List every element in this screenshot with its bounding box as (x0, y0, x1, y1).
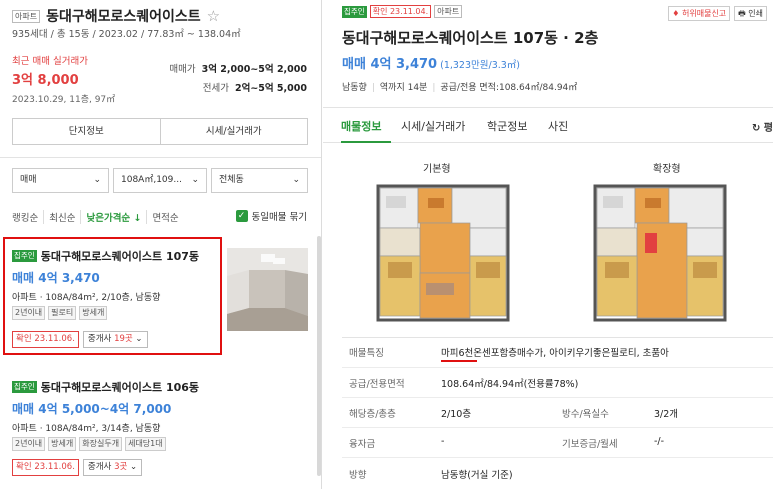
detail-tabs: 매물정보 시세/실거래가 학군정보 사진 ↻ 평 (323, 107, 773, 143)
complex-type-tag: 아파트 (12, 9, 41, 23)
info-key: 기보증금/월세 (562, 439, 618, 450)
confirm-date: 확인 23.11.06. (12, 459, 79, 476)
floorplan-label-basic: 기본형 (423, 164, 451, 175)
agent-dropdown[interactable]: 중개사 3곳 ⌄ (82, 459, 143, 476)
tab-market-price[interactable]: 시세/실거래가 (401, 118, 465, 134)
divider (0, 157, 321, 158)
type-tag: 아파트 (434, 5, 463, 18)
tab-photos[interactable]: 사진 (548, 118, 568, 134)
owner-badge: 집주인 (12, 381, 37, 393)
sort-options: 랭킹순 최신순 낮은가격순 ↓ 면적순 (12, 210, 184, 224)
divider (342, 367, 773, 368)
info-value-direction: 남동향(거실 기준) (441, 470, 513, 481)
area-select[interactable]: 108A㎡,109... ⌄ (113, 168, 207, 193)
red-underline (441, 360, 477, 362)
chevron-down-icon: ⌄ (93, 175, 101, 185)
market-price-button[interactable]: 시세/실거래가 (159, 119, 308, 144)
sort-area[interactable]: 면적순 (146, 210, 183, 224)
divider (342, 337, 773, 338)
info-key: 해당층/총층 (349, 409, 396, 420)
sort-ranking[interactable]: 랭킹순 (12, 210, 43, 224)
jeonse-price-range: 전세가 2억~5억 5,000 (202, 83, 307, 94)
info-key: 매물특징 (349, 348, 384, 359)
same-listing-toggle[interactable]: ✓ 동일매물 묶기 (235, 209, 307, 223)
tab-school[interactable]: 학군정보 (487, 118, 527, 134)
building-select[interactable]: 전체동 ⌄ (211, 168, 308, 193)
info-value-rooms: 3/2개 (654, 409, 679, 420)
listing-header-tags: 집주인 확인 23.11.04. 아파트 (342, 5, 463, 18)
complex-title-row: 아파트 동대구해모로스퀘어이스트 ☆ (12, 6, 220, 26)
floorplan-expanded-image[interactable] (585, 178, 735, 324)
complex-name: 동대구해모로스퀘어이스트 (46, 9, 201, 25)
owner-badge: 집주인 (342, 5, 367, 18)
star-icon[interactable]: ☆ (207, 7, 220, 25)
listing-tags: 2년이내 방세개 화장실두개 세대당1대 (12, 437, 166, 451)
print-button[interactable]: 🖶 인쇄 (734, 6, 767, 21)
left-panel: 아파트 동대구해모로스퀘어이스트 ☆ 935세대 / 총 15동 / 2023.… (0, 0, 322, 489)
listing-photo[interactable] (227, 248, 308, 331)
listing-title: 동대구해모로스퀘어이스트 107동 · 2층 (342, 29, 599, 47)
chevron-down-icon: ⌄ (292, 175, 300, 185)
complex-info-button[interactable]: 단지정보 (13, 119, 160, 144)
divider (342, 457, 773, 458)
listing-price: 매매 4억 3,470 (1,323만원/3.3㎡) (342, 57, 521, 72)
sort-latest[interactable]: 최신순 (43, 210, 80, 224)
divider (342, 397, 773, 398)
recent-deal-label: 최근 매매 실거래가 (12, 56, 88, 67)
header-buttons: ♦ 허위매물신고 🖶 인쇄 (668, 6, 767, 21)
recent-deal-date: 2023.10.29, 11층, 97㎡ (12, 95, 116, 105)
scrollbar[interactable] (317, 236, 321, 476)
chevron-down-icon: ⌄ (191, 175, 199, 185)
divider (342, 427, 773, 428)
active-tab-underline (341, 141, 391, 143)
tab-listing-info[interactable]: 매물정보 (341, 118, 381, 134)
complex-summary: 935세대 / 총 15동 / 2023.02 / 77.83㎡ ~ 138.0… (12, 29, 241, 40)
info-key: 공급/전용면적 (349, 379, 405, 390)
trade-type-select[interactable]: 매매 ⌄ (12, 168, 109, 193)
info-value-area: 108.64㎡/84.94㎡(전용률78%) (441, 379, 579, 390)
floorplan-label-expanded: 확장형 (653, 164, 681, 175)
listing-item[interactable]: 집주인 동대구해모로스퀘어이스트 106동 매매 4억 5,000~4억 7,0… (4, 371, 309, 481)
listing-name: 동대구해모로스퀘어이스트 106동 (40, 381, 200, 394)
info-key: 방수/욕실수 (562, 409, 609, 420)
listing-meta: 남동향역까지 14분공급/전용 면적:108.64㎡/84.94㎡ (342, 80, 577, 93)
listing-desc: 아파트 · 108A/84m², 3/14층, 남동향 (12, 424, 161, 434)
checkbox-checked-icon[interactable]: ✓ (235, 210, 248, 222)
complex-tab-buttons: 단지정보 시세/실거래가 (12, 118, 308, 145)
selected-listing-highlight (3, 237, 222, 355)
info-key: 방향 (349, 470, 367, 481)
sale-price-range: 매매가 3억 2,000~5억 2,000 (169, 64, 307, 75)
info-value-loan: - (441, 436, 445, 447)
floorplan-basic-image[interactable] (368, 178, 518, 324)
report-button[interactable]: ♦ 허위매물신고 (668, 6, 731, 21)
info-value-floor: 2/10층 (441, 409, 472, 420)
listing-price: 매매 4억 5,000~4억 7,000 (12, 402, 172, 416)
area-unit-toggle[interactable]: ↻ 평 (752, 119, 773, 134)
info-value-deposit: -/- (654, 436, 665, 447)
info-value-features: 마피6천온센포함층매수가, 아이키우기좋은필로티, 초품아 (441, 348, 669, 359)
info-key: 융자금 (349, 439, 376, 450)
sort-low-price[interactable]: 낮은가격순 ↓ (80, 210, 146, 224)
confirm-date: 확인 23.11.04. (369, 5, 432, 18)
recent-deal-price: 3억 8,000 (12, 73, 79, 88)
right-panel: 집주인 확인 23.11.04. 아파트 ♦ 허위매물신고 🖶 인쇄 동대구해모… (323, 0, 773, 489)
